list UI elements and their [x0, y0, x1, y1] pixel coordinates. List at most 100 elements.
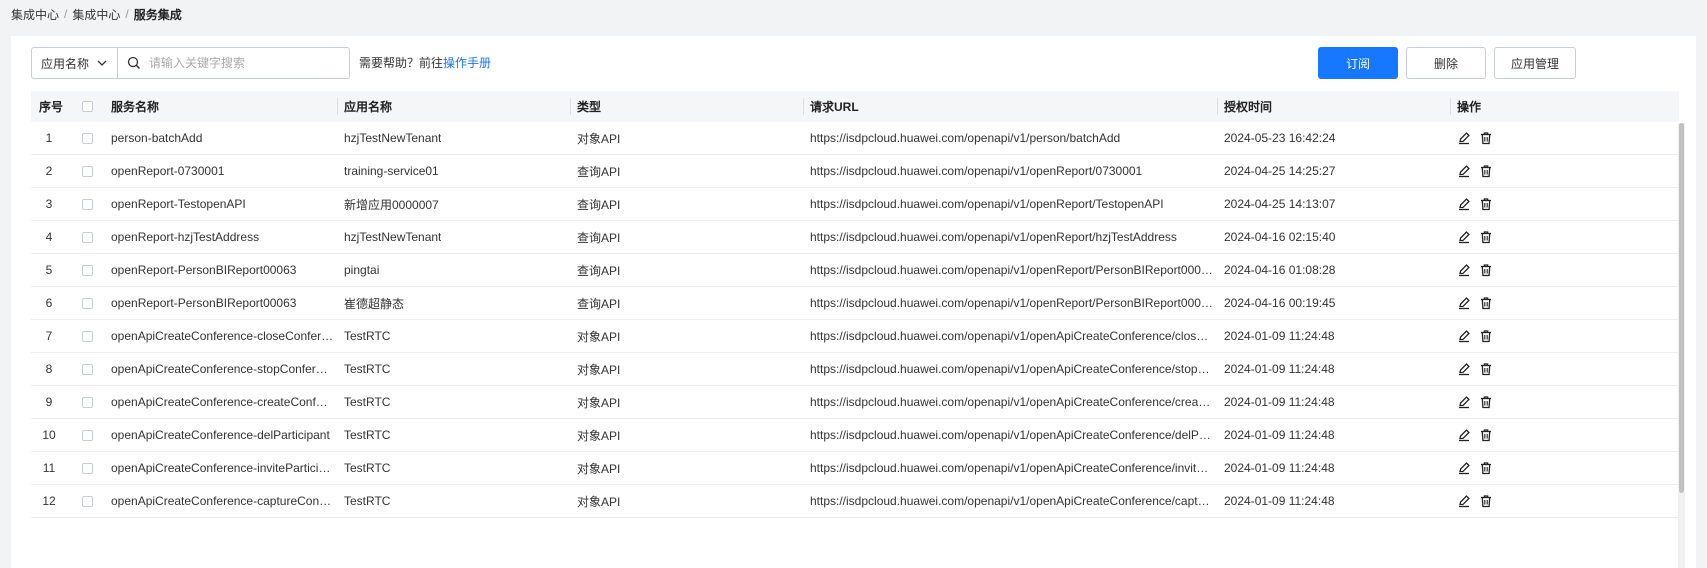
breadcrumb-item[interactable]: 集成中心 — [11, 6, 59, 23]
table-row[interactable]: 9 openApiCreateConference-createConfere…… — [31, 386, 1679, 419]
row-auth-time: 2024-01-09 11:24:48 — [1224, 362, 1335, 376]
table-row[interactable]: 2 openReport-0730001 training-service01 … — [31, 155, 1679, 188]
edit-icon[interactable] — [1457, 263, 1471, 277]
row-checkbox[interactable] — [81, 495, 93, 507]
row-select[interactable] — [80, 188, 94, 220]
row-checkbox[interactable] — [81, 363, 93, 375]
edit-icon[interactable] — [1457, 230, 1471, 244]
trash-icon[interactable] — [1479, 428, 1493, 442]
row-checkbox[interactable] — [81, 231, 93, 243]
table-row[interactable]: 7 openApiCreateConference-closeConferenc… — [31, 320, 1679, 353]
edit-icon[interactable] — [1457, 362, 1471, 376]
trash-icon[interactable] — [1479, 296, 1493, 310]
table-row[interactable]: 5 openReport-PersonBIReport00063 pingtai… — [31, 254, 1679, 287]
trash-icon[interactable] — [1479, 362, 1493, 376]
search-input[interactable] — [149, 49, 339, 77]
row-checkbox[interactable] — [81, 330, 93, 342]
row-checkbox[interactable] — [81, 264, 93, 276]
trash-icon[interactable] — [1479, 197, 1493, 211]
trash-icon[interactable] — [1479, 131, 1493, 145]
row-checkbox[interactable] — [81, 165, 93, 177]
trash-icon[interactable] — [1479, 230, 1493, 244]
edit-icon[interactable] — [1457, 296, 1471, 310]
header-no: 序号 — [39, 100, 64, 114]
row-select[interactable] — [80, 485, 94, 517]
edit-icon[interactable] — [1457, 329, 1471, 343]
row-select[interactable] — [80, 287, 94, 319]
row-checkbox[interactable] — [81, 429, 93, 441]
row-select[interactable] — [80, 155, 94, 187]
header-service-name[interactable]: 服务名称 — [111, 91, 334, 122]
row-checkbox[interactable] — [81, 198, 93, 210]
column-resizer[interactable] — [337, 98, 338, 115]
trash-icon[interactable] — [1479, 461, 1493, 475]
column-resizer[interactable] — [803, 98, 804, 115]
row-select[interactable] — [80, 254, 94, 286]
row-select[interactable] — [80, 452, 94, 484]
row-checkbox[interactable] — [81, 132, 93, 144]
subscribe-button[interactable]: 订阅 — [1318, 47, 1398, 79]
table-row[interactable]: 4 openReport-hzjTestAddress hzjTestNewTe… — [31, 221, 1679, 254]
search-field-select[interactable]: 应用名称 — [31, 47, 118, 79]
select-all-checkbox[interactable] — [81, 101, 93, 112]
column-resizer[interactable] — [1217, 98, 1218, 115]
row-service-name: openReport-PersonBIReport00063 — [111, 296, 297, 310]
trash-icon[interactable] — [1479, 395, 1493, 409]
edit-icon[interactable] — [1457, 131, 1471, 145]
row-select[interactable] — [80, 320, 94, 352]
header-operations: 操作 — [1457, 100, 1482, 114]
trash-icon[interactable] — [1479, 263, 1493, 277]
table-row[interactable]: 8 openApiCreateConference-stopConferenc…… — [31, 353, 1679, 386]
row-operations — [1457, 221, 1557, 253]
row-operations — [1457, 320, 1557, 352]
column-resizer[interactable] — [1450, 98, 1451, 115]
edit-icon[interactable] — [1457, 494, 1471, 508]
trash-icon[interactable] — [1479, 329, 1493, 343]
table-row[interactable]: 11 openApiCreateConference-invitePartici… — [31, 452, 1679, 485]
delete-button[interactable]: 删除 — [1406, 47, 1486, 79]
row-checkbox[interactable] — [81, 462, 93, 474]
table-row[interactable]: 12 openApiCreateConference-captureConfer… — [31, 485, 1679, 518]
row-checkbox[interactable] — [81, 396, 93, 408]
header-app-name[interactable]: 应用名称 — [344, 91, 567, 122]
scrollbar-thumb[interactable] — [1679, 123, 1684, 493]
edit-icon[interactable] — [1457, 197, 1471, 211]
header-auth-time[interactable]: 授权时间 — [1224, 91, 1447, 122]
row-select[interactable] — [80, 221, 94, 253]
row-select[interactable] — [80, 386, 94, 418]
row-type: 对象API — [577, 461, 621, 476]
edit-icon[interactable] — [1457, 461, 1471, 475]
row-select[interactable] — [80, 419, 94, 451]
row-select[interactable] — [80, 353, 94, 385]
row-auth-time: 2024-05-23 16:42:24 — [1224, 131, 1336, 145]
row-type: 对象API — [577, 428, 621, 443]
breadcrumb-item[interactable]: 集成中心 — [72, 6, 120, 23]
row-auth-time: 2024-01-09 11:24:48 — [1224, 461, 1335, 475]
row-operations — [1457, 386, 1557, 418]
row-type: 查询API — [577, 230, 621, 245]
table-row[interactable]: 10 openApiCreateConference-delParticipan… — [31, 419, 1679, 452]
edit-icon[interactable] — [1457, 395, 1471, 409]
column-resizer[interactable] — [570, 98, 571, 115]
row-service-name: openApiCreateConference-captureConfer… — [111, 494, 334, 508]
edit-icon[interactable] — [1457, 428, 1471, 442]
table-row[interactable]: 6 openReport-PersonBIReport00063 崔德超静态 查… — [31, 287, 1679, 320]
row-checkbox[interactable] — [81, 297, 93, 309]
header-select-all[interactable] — [80, 91, 94, 122]
table-scrollbar[interactable] — [1678, 123, 1685, 568]
app-manage-button[interactable]: 应用管理 — [1494, 47, 1576, 79]
manual-link[interactable]: 操作手册 — [443, 56, 491, 70]
edit-icon[interactable] — [1457, 164, 1471, 178]
row-url: https://isdpcloud.huawei.com/openapi/v1/… — [810, 197, 1164, 211]
row-select[interactable] — [80, 122, 94, 154]
table-row[interactable]: 1 person-batchAdd hzjTestNewTenant 对象API… — [31, 122, 1679, 155]
trash-icon[interactable] — [1479, 164, 1493, 178]
header-type[interactable]: 类型 — [577, 91, 800, 122]
row-no: 7 — [45, 329, 53, 343]
header-url[interactable]: 请求URL — [810, 91, 1213, 122]
table-row[interactable]: 3 openReport-TestopenAPI 新增应用0000007 查询A… — [31, 188, 1679, 221]
row-no: 8 — [45, 362, 53, 376]
row-no: 5 — [45, 263, 53, 277]
trash-icon[interactable] — [1479, 494, 1493, 508]
row-type: 查询API — [577, 197, 621, 212]
